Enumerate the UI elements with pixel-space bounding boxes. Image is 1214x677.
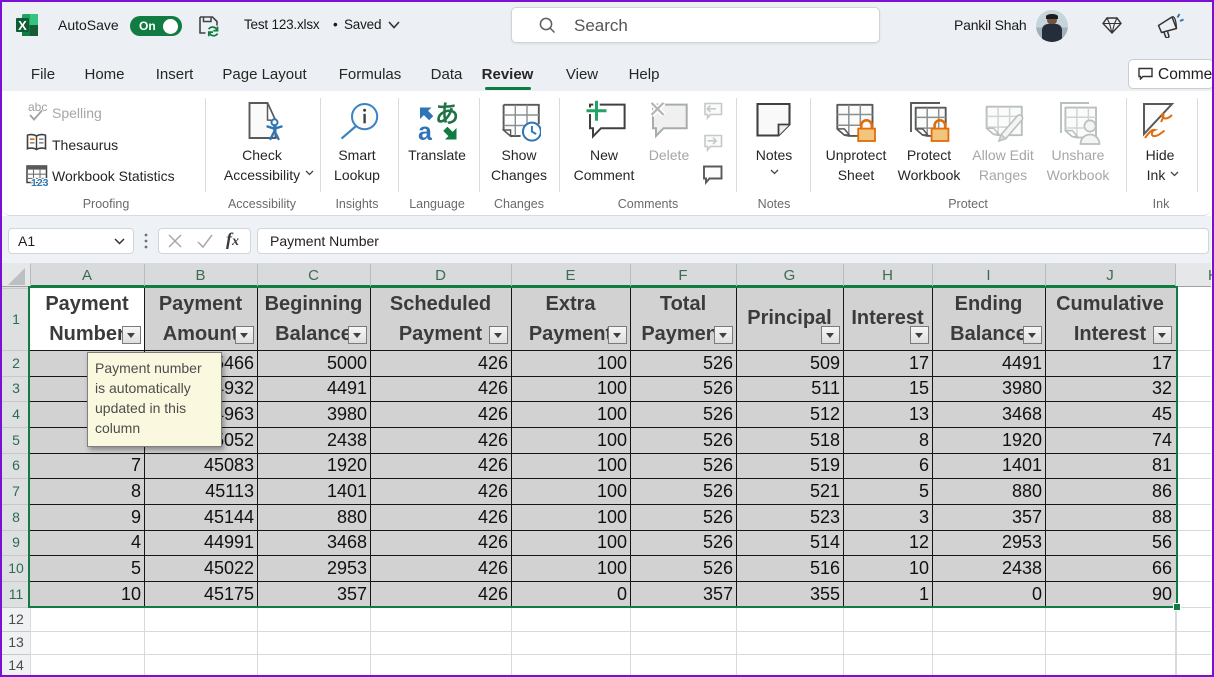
svg-text:abc: abc bbox=[28, 101, 47, 114]
svg-text:あ: あ bbox=[435, 101, 459, 128]
svg-text:123: 123 bbox=[31, 177, 48, 187]
svg-text:a: a bbox=[418, 118, 433, 142]
svg-text:X: X bbox=[18, 18, 27, 33]
